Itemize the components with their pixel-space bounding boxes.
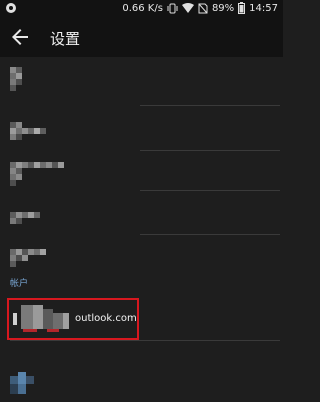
status-right: 0.66 K/s 89% 14:57	[118, 2, 278, 14]
divider	[140, 190, 280, 191]
list-item[interactable]	[0, 152, 283, 192]
list-item[interactable]	[0, 57, 283, 97]
account-item[interactable]: outlook.com	[7, 298, 139, 340]
network-speed: 0.66 K/s	[122, 2, 163, 14]
obscured-content	[10, 122, 46, 140]
app-notification-icon	[6, 3, 16, 13]
list-item[interactable]	[0, 202, 283, 242]
battery-icon	[238, 2, 246, 14]
clock: 14:57	[249, 2, 278, 14]
account-email: outlook.com	[75, 313, 137, 324]
status-left	[5, 2, 17, 14]
toolbar: 设置	[0, 17, 283, 57]
obscured-content	[10, 249, 46, 267]
list-item[interactable]	[0, 239, 283, 279]
obscured-content	[10, 372, 34, 394]
section-header-accounts: 帐户	[10, 279, 29, 289]
no-sim-icon	[198, 3, 208, 13]
arrow-left-icon[interactable]	[8, 25, 32, 49]
page-title: 设置	[50, 30, 81, 48]
divider	[140, 234, 280, 235]
obscured-content	[10, 212, 40, 224]
divider	[140, 105, 280, 106]
list-item[interactable]	[0, 112, 283, 152]
battery-percent: 89%	[211, 2, 235, 14]
obscured-content	[10, 162, 64, 186]
obscured-email-prefix	[13, 305, 69, 332]
obscured-content	[10, 67, 22, 91]
divider	[10, 340, 280, 341]
status-bar: 0.66 K/s 89% 14:57	[0, 0, 283, 17]
vibrate-icon	[167, 3, 178, 13]
divider	[140, 150, 280, 151]
wifi-icon	[181, 3, 194, 13]
